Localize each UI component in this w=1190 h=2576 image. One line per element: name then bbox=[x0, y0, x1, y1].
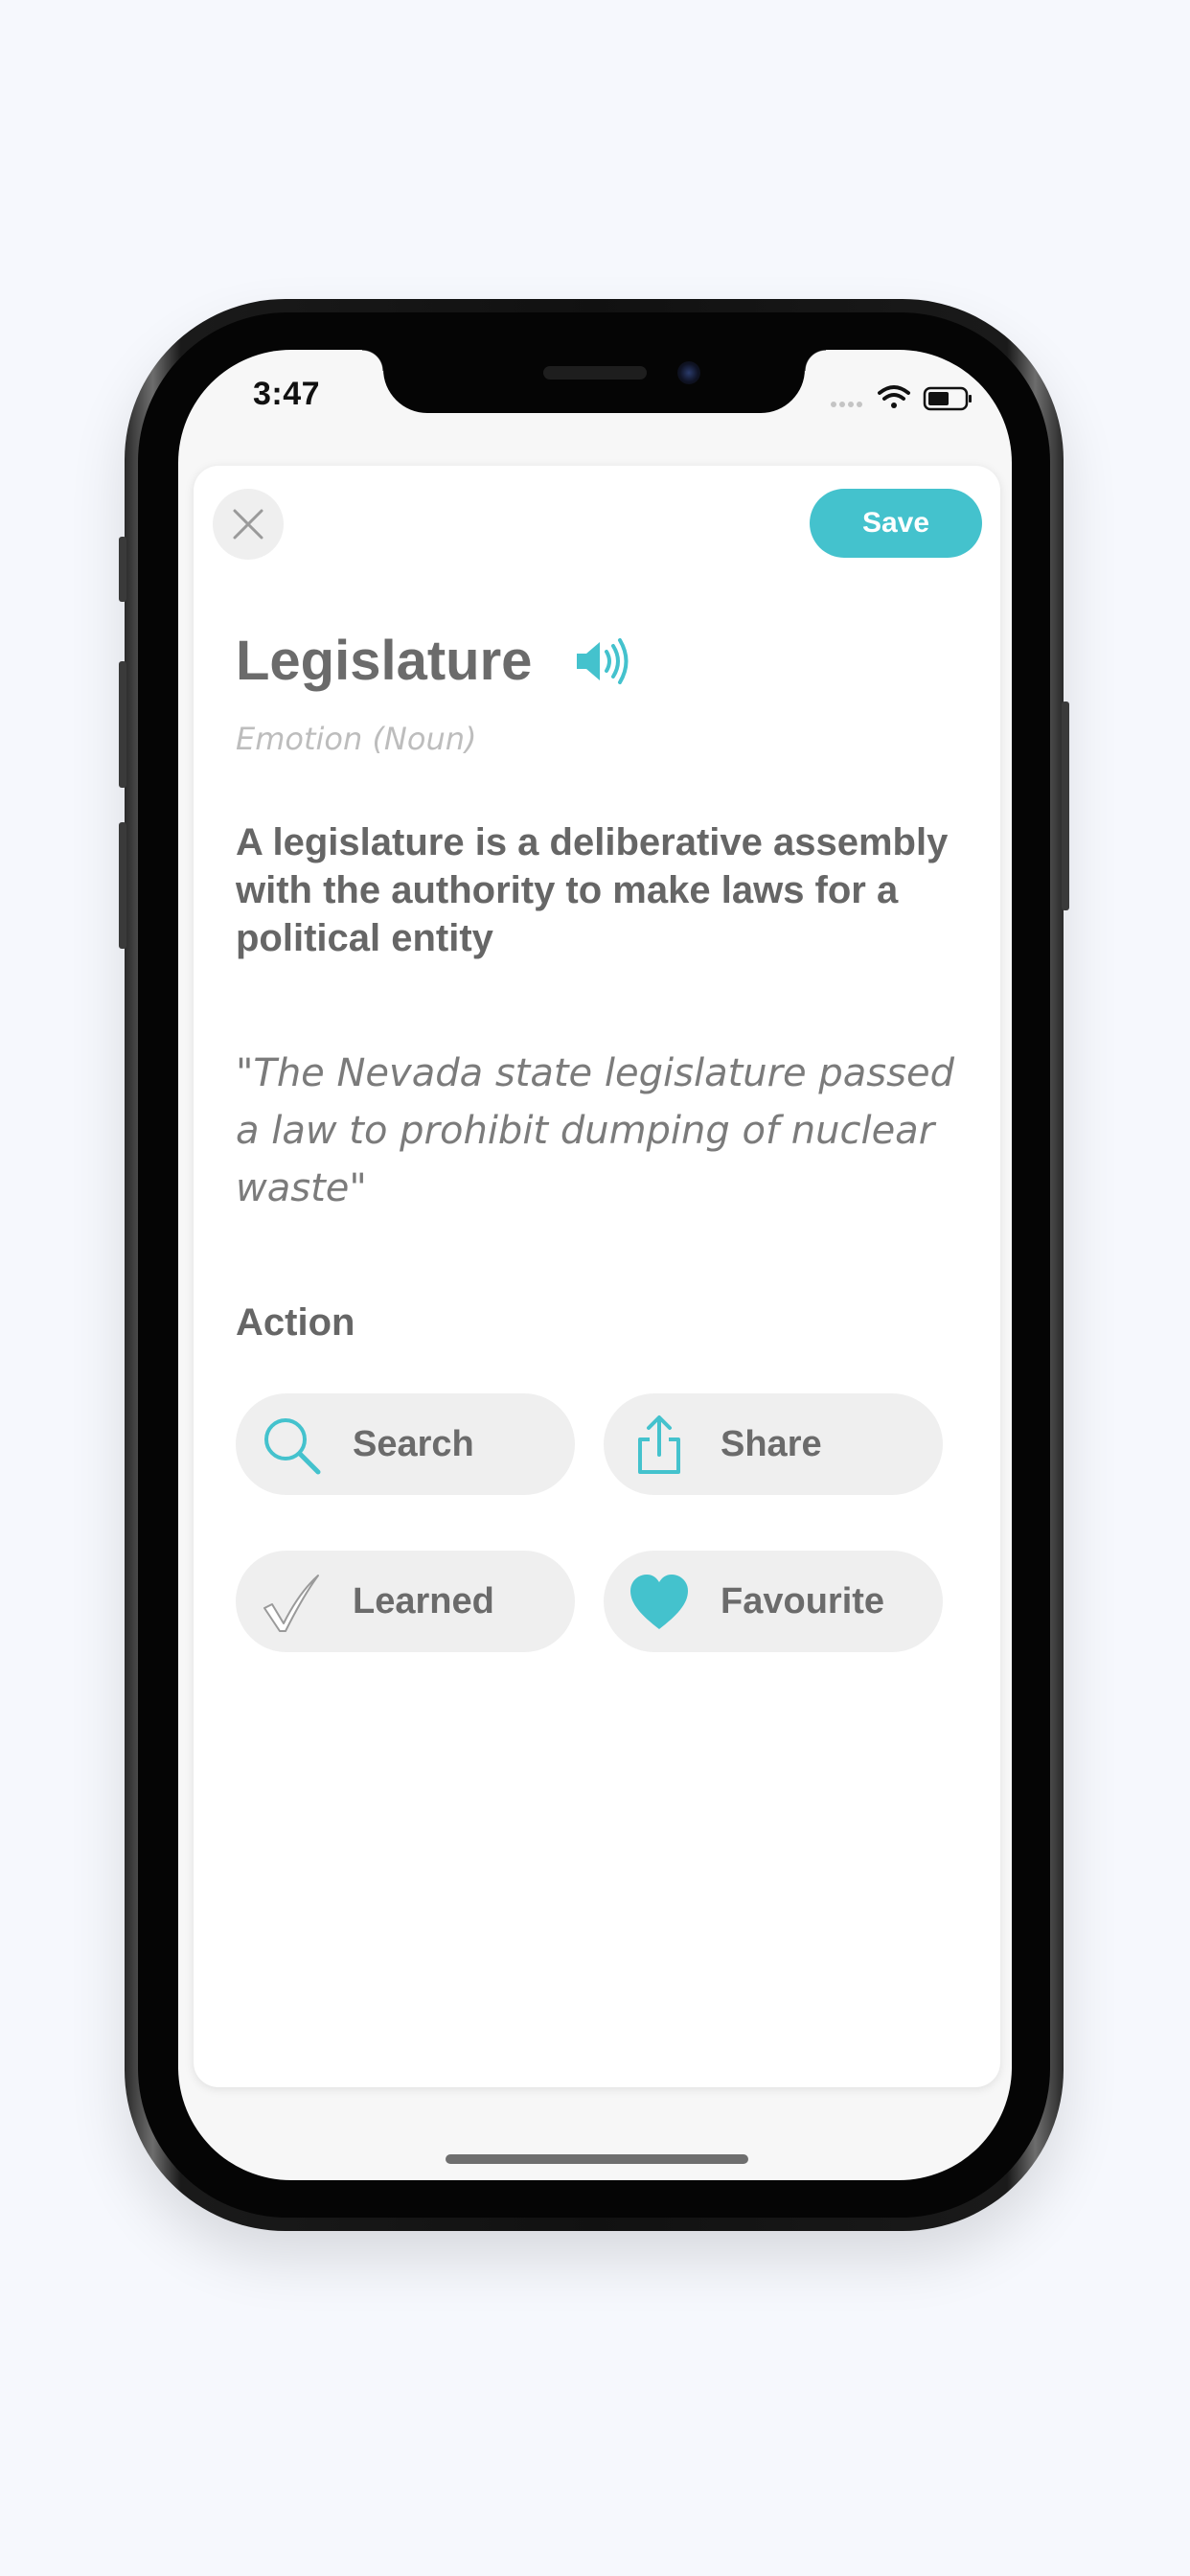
share-button[interactable]: Share bbox=[604, 1393, 943, 1495]
power-button bbox=[1062, 702, 1069, 910]
close-button[interactable] bbox=[213, 489, 284, 560]
cellular-signal-icon bbox=[831, 402, 862, 407]
volume-up-button bbox=[119, 661, 126, 788]
battery-icon bbox=[923, 386, 972, 411]
search-icon bbox=[264, 1418, 321, 1475]
share-icon bbox=[638, 1415, 680, 1474]
example-sentence: "The Nevada state legislature passed a l… bbox=[236, 1051, 954, 1210]
word-title: Legislature bbox=[236, 630, 533, 692]
close-icon bbox=[233, 509, 263, 540]
volume-down-button bbox=[119, 822, 126, 949]
search-button-label: Search bbox=[353, 1424, 474, 1464]
wifi-icon bbox=[878, 385, 910, 408]
home-indicator[interactable] bbox=[446, 2154, 748, 2164]
checkmark-icon bbox=[263, 1575, 319, 1632]
heart-icon bbox=[630, 1575, 688, 1629]
favourite-button-label: Favourite bbox=[721, 1581, 885, 1622]
learned-button-label: Learned bbox=[353, 1581, 494, 1622]
part-of-speech: Emotion (Noun) bbox=[236, 721, 477, 757]
speaker-icon[interactable] bbox=[573, 632, 630, 690]
favourite-button[interactable]: Favourite bbox=[604, 1551, 943, 1652]
action-heading: Action bbox=[236, 1301, 355, 1344]
save-button[interactable]: Save bbox=[810, 489, 982, 558]
mute-switch bbox=[119, 537, 126, 602]
search-button[interactable]: Search bbox=[236, 1393, 575, 1495]
status-time: 3:47 bbox=[253, 376, 321, 412]
front-camera bbox=[677, 361, 700, 384]
learned-button[interactable]: Learned bbox=[236, 1551, 575, 1652]
definition-text: A legislature is a deliberative assembly… bbox=[236, 821, 949, 959]
status-icons bbox=[831, 385, 972, 411]
share-button-label: Share bbox=[721, 1424, 822, 1464]
notch bbox=[362, 350, 826, 413]
word-card: Save Legislature Emotion (Noun) A legisl… bbox=[194, 466, 1000, 2087]
earpiece-speaker bbox=[543, 366, 647, 380]
